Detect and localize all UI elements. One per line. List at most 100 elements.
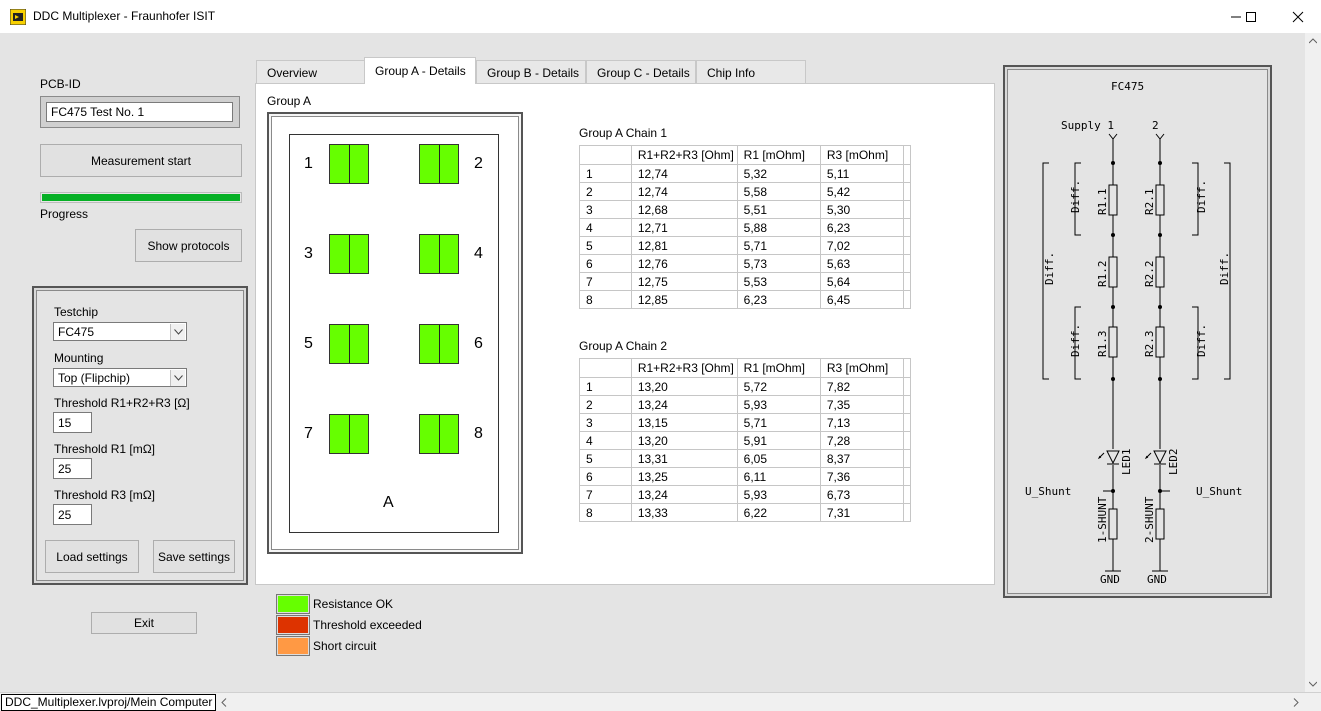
table-cell: 5,42	[819, 182, 904, 201]
diff-label-outer-right: Diff.	[1218, 252, 1231, 285]
scroll-up-icon[interactable]	[1309, 38, 1317, 44]
project-path: DDC_Multiplexer.lvproj/Mein Computer	[1, 694, 217, 711]
gnd-left-label: GND	[1100, 573, 1120, 586]
table-cell: 12,81	[630, 236, 738, 255]
table-cell-filler	[902, 377, 912, 396]
table-cell: 5	[579, 236, 632, 255]
table-row: 7 13,24 5,93 6,73	[579, 485, 912, 504]
column-header	[579, 145, 632, 165]
legend-swatch-short	[276, 636, 310, 656]
tab-group-c-details[interactable]: Group C - Details	[586, 60, 696, 84]
table-cell: 7,02	[819, 236, 904, 255]
close-button[interactable]	[1275, 0, 1321, 33]
chain1-table-container: R1+R2+R3 [Ohm] R1 [mOhm] R3 [mOhm] 1 12,74 5,…	[579, 145, 912, 309]
table-cell-filler	[902, 449, 912, 468]
pad-7	[329, 414, 369, 454]
group-title: Group A	[267, 94, 312, 108]
table-cell: 13,20	[630, 431, 738, 450]
table-cell: 12,75	[630, 272, 738, 291]
table-cell: 7,28	[819, 431, 904, 450]
threshold-total-label: Threshold R1+R2+R3 [Ω]	[54, 396, 190, 410]
table-cell: 4	[579, 218, 632, 237]
r22-label: R2.2	[1143, 261, 1156, 288]
save-settings-button[interactable]: Save settings	[153, 540, 235, 573]
supply2-label: 2	[1152, 119, 1159, 132]
r21-label: R2.1	[1143, 189, 1156, 216]
column-header: R3 [mOhm]	[819, 358, 904, 378]
table-cell: 6,11	[736, 467, 821, 486]
table-cell-filler	[902, 218, 912, 237]
measurement-start-button[interactable]: Measurement start	[40, 144, 242, 177]
testchip-select[interactable]: FC475	[53, 322, 187, 341]
u-shunt-right-label: U_Shunt	[1196, 485, 1242, 498]
schematic-diagram: FC475 Supply 1 2 R1.1 R1.2 R1.3 R2.1 R2.…	[1025, 80, 1242, 586]
chevron-down-icon[interactable]	[170, 370, 185, 386]
table-cell: 7,13	[819, 413, 904, 432]
chain2-title: Group A Chain 2	[579, 339, 668, 353]
status-bar: DDC_Multiplexer.lvproj/Mein Computer	[0, 692, 1321, 711]
table-cell: 5,93	[736, 485, 821, 504]
table-cell-filler	[902, 431, 912, 450]
pcb-id-input[interactable]: FC475 Test No. 1	[46, 102, 233, 122]
table-cell: 13,15	[630, 413, 738, 432]
table-cell: 7,31	[819, 503, 904, 522]
exit-button[interactable]: Exit	[91, 612, 197, 634]
progress-bar	[40, 192, 242, 203]
tab-overview[interactable]: Overview	[256, 60, 365, 84]
table-cell: 5,88	[736, 218, 821, 237]
app-icon	[10, 9, 26, 25]
table-row: 4 13,20 5,91 7,28	[579, 431, 912, 450]
pad-1	[329, 144, 369, 184]
tab-group-b-details[interactable]: Group B - Details	[476, 60, 586, 84]
progress-label: Progress	[40, 207, 89, 221]
scroll-down-icon[interactable]	[1309, 681, 1317, 687]
pad-4	[419, 234, 459, 274]
table-cell: 13,25	[630, 467, 738, 486]
table-cell: 5,64	[819, 272, 904, 291]
table-cell: 5,93	[736, 395, 821, 414]
threshold-total-input[interactable]: 15	[53, 412, 92, 433]
table-cell: 6	[579, 467, 632, 486]
table-cell-filler	[902, 290, 912, 309]
table-row: 1 12,74 5,32 5,11	[579, 164, 912, 183]
vertical-scrollbar[interactable]	[1305, 33, 1321, 692]
column-header: R1+R2+R3 [Ohm]	[630, 145, 738, 165]
diff-label-right-top: Diff.	[1195, 180, 1208, 213]
mounting-select[interactable]: Top (Flipchip)	[53, 368, 187, 387]
mounting-label: Mounting	[54, 351, 104, 365]
table-cell: 6,23	[736, 290, 821, 309]
table-cell: 13,31	[630, 449, 738, 468]
table-cell: 2	[579, 395, 632, 414]
table-cell: 5,71	[736, 236, 821, 255]
pad-label-8: 8	[474, 425, 483, 442]
maximize-button[interactable]	[1228, 0, 1274, 33]
pad-label-6: 6	[474, 335, 483, 352]
show-protocols-button[interactable]: Show protocols	[135, 229, 242, 262]
scroll-left-icon[interactable]	[221, 698, 227, 707]
r13-label: R1.3	[1096, 331, 1109, 358]
shunt2-label: 2-SHUNT	[1143, 496, 1156, 543]
table-cell: 1	[579, 377, 632, 396]
table-cell: 5	[579, 449, 632, 468]
table-row: 5 13,31 6,05 8,37	[579, 449, 912, 468]
table-cell-filler	[902, 200, 912, 219]
column-filler	[902, 358, 912, 378]
table-cell: 6,05	[736, 449, 821, 468]
table-cell: 6,22	[736, 503, 821, 522]
table-cell-filler	[902, 236, 912, 255]
table-row: 3 13,15 5,71 7,13	[579, 413, 912, 432]
table-cell: 3	[579, 413, 632, 432]
column-header: R1+R2+R3 [Ohm]	[630, 358, 738, 378]
table-cell: 13,24	[630, 485, 738, 504]
table-cell: 6,73	[819, 485, 904, 504]
table-cell: 12,68	[630, 200, 738, 219]
load-settings-button[interactable]: Load settings	[45, 540, 139, 573]
pad-label-5: 5	[304, 335, 313, 352]
legend-swatch-threshold	[276, 615, 310, 635]
threshold-r3-input[interactable]: 25	[53, 504, 92, 525]
chevron-down-icon[interactable]	[170, 324, 185, 340]
scroll-right-icon[interactable]	[1293, 698, 1299, 707]
tab-chip-info[interactable]: Chip Info	[696, 60, 806, 84]
threshold-r1-input[interactable]: 25	[53, 458, 92, 479]
tab-group-a-details[interactable]: Group A - Details	[364, 57, 476, 84]
